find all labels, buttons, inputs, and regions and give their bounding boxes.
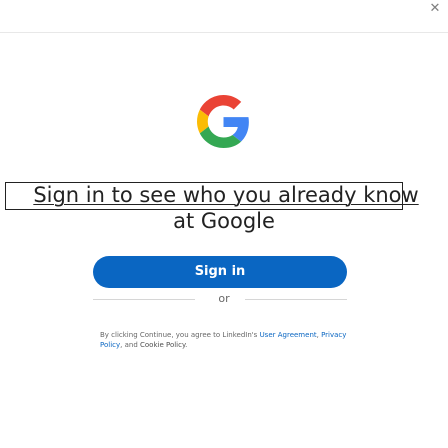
- divider-right: [245, 299, 347, 300]
- legal-and: , and: [120, 341, 140, 349]
- cookie-policy-link[interactable]: Cookie Policy: [140, 341, 185, 349]
- headline-focus-box: [5, 182, 403, 210]
- google-logo-icon: [197, 95, 249, 148]
- divider-left: [93, 299, 195, 300]
- legal-prefix: By clicking Continue, you agree to Linke…: [100, 331, 260, 339]
- user-agreement-link[interactable]: User Agreement: [260, 331, 317, 339]
- sign-in-button[interactable]: Sign in: [93, 256, 347, 288]
- top-bar: ✕: [0, 0, 448, 33]
- or-separator: or: [218, 292, 230, 305]
- close-icon[interactable]: ✕: [428, 2, 442, 16]
- headline-line-2: at Google: [173, 209, 275, 233]
- legal-text: By clicking Continue, you agree to Linke…: [100, 330, 350, 350]
- headline: Sign in to see who you already know at G…: [0, 182, 448, 234]
- signin-prompt: ✕ Sign in to see who you already know at…: [0, 0, 448, 448]
- legal-suffix: .: [185, 341, 188, 349]
